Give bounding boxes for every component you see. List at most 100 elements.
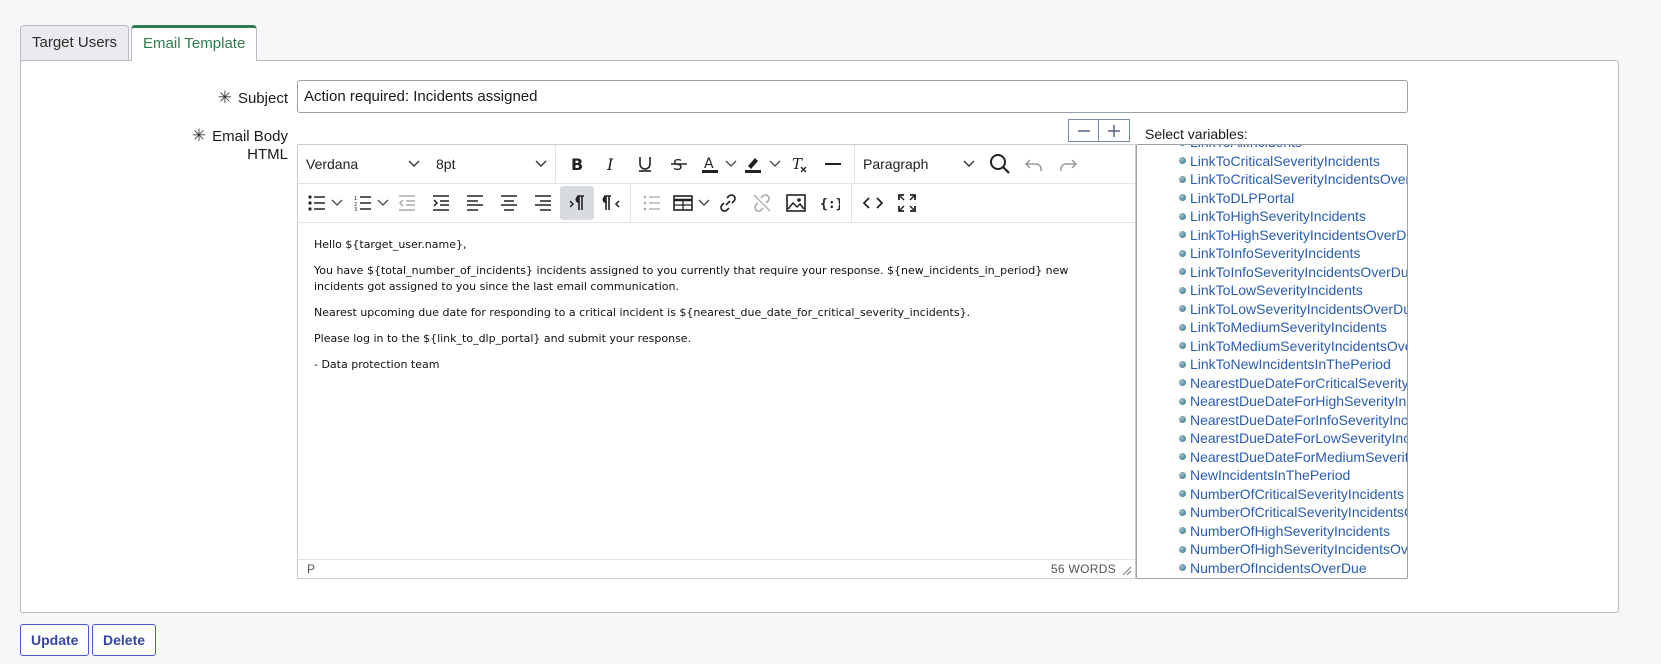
list-button[interactable] — [635, 186, 669, 220]
bullet-list-button[interactable] — [304, 186, 330, 220]
variable-list-item[interactable]: NearestDueDateForLowSeverityIncidents — [1137, 429, 1407, 448]
format-group: B I S A — [555, 145, 855, 183]
expand-editor-button[interactable] — [1099, 119, 1130, 142]
bold-button[interactable]: B — [560, 147, 594, 181]
chevron-down-icon — [408, 160, 420, 167]
italic-button[interactable]: I — [594, 147, 628, 181]
font-size-value: 8pt — [436, 156, 456, 172]
redo-button[interactable] — [1051, 147, 1085, 181]
numbered-list-split[interactable]: 123 — [350, 186, 390, 220]
indent-button[interactable] — [424, 186, 458, 220]
numbered-list-dropdown[interactable] — [376, 199, 390, 207]
resize-grip-icon[interactable] — [1122, 566, 1132, 576]
delete-button[interactable]: Delete — [92, 624, 157, 656]
numbered-list-button[interactable]: 123 — [350, 186, 376, 220]
toolbar-row-1: Verdana 8pt B I S A — [298, 145, 1135, 184]
variable-list-item[interactable]: NearestDueDateForInfoSeverityIncidents — [1137, 411, 1407, 430]
variable-list-item[interactable]: LinkToAllIncidents — [1137, 145, 1407, 152]
variable-list-item[interactable]: NewIncidentsInThePeriod — [1137, 466, 1407, 485]
strikethrough-button[interactable]: S — [662, 147, 696, 181]
font-size-select[interactable]: 8pt — [428, 145, 555, 183]
variable-list-item[interactable]: LinkToInfoSeverityIncidents — [1137, 244, 1407, 263]
font-family-select[interactable]: Verdana — [298, 145, 428, 183]
svg-text:T: T — [792, 155, 803, 173]
template-variable-button[interactable]: {:} — [813, 186, 847, 220]
bullet-icon — [1179, 508, 1186, 516]
chevron-down-icon — [535, 160, 547, 167]
tab-bar: Target Users Email Template — [20, 25, 259, 61]
variable-list-item[interactable]: NearestDueDateForMediumSeverityIncidents — [1137, 448, 1407, 467]
subject-label-text: Subject — [237, 90, 288, 107]
variable-list-item[interactable]: LinkToLowSeverityIncidents — [1137, 281, 1407, 300]
variable-list-item[interactable]: LinkToCriticalSeverityIncidentsOverDue — [1137, 170, 1407, 189]
tab-email-template[interactable]: Email Template — [131, 25, 258, 61]
editor-content-area[interactable]: Hello ${target_user.name}, You have ${to… — [314, 237, 1114, 383]
search-button[interactable] — [983, 147, 1017, 181]
bullet-icon — [1179, 194, 1186, 202]
bullet-list-split[interactable] — [304, 186, 344, 220]
table-dropdown[interactable] — [697, 199, 711, 207]
highlight-button[interactable] — [738, 147, 768, 181]
variable-name: NumberOfHighSeverityIncidents — [1190, 522, 1390, 539]
text-color-button[interactable]: A — [696, 147, 724, 181]
variable-list-item[interactable]: NumberOfIncidentsOverDue — [1137, 559, 1407, 578]
source-code-button[interactable] — [856, 186, 890, 220]
variables-list[interactable]: LinkToAllIncidents LinkToCriticalSeverity… — [1136, 144, 1408, 579]
underline-button[interactable] — [628, 147, 662, 181]
element-path[interactable]: P — [307, 562, 315, 576]
toolbar-row-2: 123 {: — [298, 184, 1135, 223]
rtl-button[interactable] — [594, 186, 628, 220]
variable-list-item[interactable]: LinkToHighSeverityIncidents — [1137, 207, 1407, 226]
highlight-dropdown[interactable] — [768, 160, 782, 168]
variable-list-item[interactable]: LinkToMediumSeverityIncidentsOverDue — [1137, 337, 1407, 356]
image-button[interactable] — [779, 186, 813, 220]
variable-list-item[interactable]: LinkToDLPPortal — [1137, 189, 1407, 208]
horizontal-rule-icon — [825, 163, 841, 165]
table-button[interactable] — [669, 186, 697, 220]
email-body-label-text: Email Body HTML — [212, 128, 288, 163]
outdent-icon — [398, 195, 415, 211]
variable-name: LinkToHighSeverityIncidents — [1190, 208, 1366, 225]
text-color-split[interactable]: A — [696, 147, 738, 181]
ltr-button[interactable] — [560, 186, 594, 220]
svg-text:A: A — [704, 156, 714, 172]
variable-list-item[interactable]: NumberOfCriticalSeverityIncidents — [1137, 485, 1407, 504]
highlight-split[interactable] — [738, 147, 782, 181]
variable-list-item[interactable]: LinkToCriticalSeverityIncidents — [1137, 152, 1407, 171]
variable-list-item[interactable]: NumberOfHighSeverityIncidents — [1137, 522, 1407, 541]
svg-text:3: 3 — [354, 207, 357, 211]
text-color-dropdown[interactable] — [724, 160, 738, 168]
font-family-value: Verdana — [306, 156, 359, 172]
svg-text:B: B — [571, 155, 583, 173]
link-button[interactable] — [711, 186, 745, 220]
undo-button[interactable] — [1017, 147, 1051, 181]
variable-list-item[interactable]: NumberOfHighSeverityIncidentsOverDue — [1137, 540, 1407, 559]
tab-target-users[interactable]: Target Users — [20, 25, 130, 60]
block-format-select[interactable]: Paragraph — [855, 145, 983, 183]
unlink-button[interactable] — [745, 186, 779, 220]
table-split[interactable] — [669, 186, 711, 220]
bullet-list-dropdown[interactable] — [330, 199, 344, 207]
align-left-button[interactable] — [458, 186, 492, 220]
align-right-button[interactable] — [526, 186, 560, 220]
horizontal-rule-button[interactable] — [816, 147, 850, 181]
shrink-editor-button[interactable] — [1068, 119, 1099, 142]
align-center-button[interactable] — [492, 186, 526, 220]
minus-icon — [1077, 129, 1090, 132]
variable-list-item[interactable]: LinkToLowSeverityIncidentsOverDue — [1137, 300, 1407, 319]
variable-list-item[interactable]: LinkToMediumSeverityIncidents — [1137, 318, 1407, 337]
update-button[interactable]: Update — [20, 624, 90, 656]
outdent-button[interactable] — [390, 186, 424, 220]
variable-list-item[interactable]: NearestDueDateForCriticalSeverityInciden… — [1137, 374, 1407, 393]
variable-list-item[interactable]: LinkToNewIncidentsInThePeriod — [1137, 355, 1407, 374]
variable-list-item[interactable]: LinkToHighSeverityIncidentsOverDue — [1137, 226, 1407, 245]
variable-list-item[interactable]: LinkToInfoSeverityIncidentsOverDue — [1137, 263, 1407, 282]
fullscreen-button[interactable] — [890, 186, 924, 220]
word-count[interactable]: 56 WORDS — [1051, 562, 1116, 576]
clear-format-button[interactable]: T — [782, 147, 816, 181]
variable-list-item[interactable]: NumberOfCriticalSeverityIncidentsOverDue — [1137, 503, 1407, 522]
subject-input[interactable] — [297, 80, 1408, 113]
email-body-label: ✳ Email Body HTML — [150, 126, 288, 163]
variable-list-item[interactable]: NearestDueDateForHighSeverityIncidents — [1137, 392, 1407, 411]
variable-name: NearestDueDateForHighSeverityIncidents — [1190, 393, 1407, 410]
